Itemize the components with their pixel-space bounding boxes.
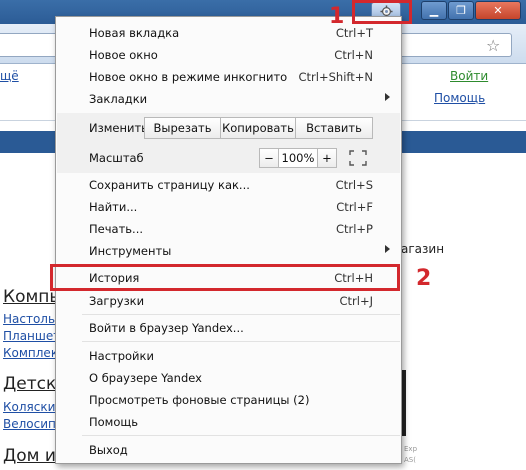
- menu-item-label: О браузере Yandex: [89, 371, 202, 385]
- footer-fragment: AS(: [404, 456, 416, 464]
- menu-item-exit[interactable]: Выход: [57, 439, 400, 461]
- fullscreen-button[interactable]: [345, 148, 371, 168]
- menu-item-background-pages[interactable]: Просмотреть фоновые страницы (2): [57, 389, 400, 411]
- menu-item-new-tab[interactable]: Новая вкладка Ctrl+T: [57, 22, 400, 44]
- callout-number: 1: [329, 4, 345, 29]
- menu-item-label: Помощь: [89, 415, 139, 429]
- menu-item-incognito[interactable]: Новое окно в режиме инкогнито Ctrl+Shift…: [57, 66, 400, 88]
- category-link[interactable]: Планшет: [3, 329, 60, 343]
- menu-item-label: Инструменты: [89, 244, 172, 258]
- star-icon[interactable]: ☆: [486, 36, 500, 55]
- menu-item-label: Войти в браузер Yandex...: [89, 321, 244, 335]
- menu-item-tools[interactable]: Инструменты: [57, 240, 400, 262]
- menu-item-bookmarks[interactable]: Закладки: [57, 88, 400, 110]
- menu-item-help[interactable]: Помощь: [57, 411, 400, 433]
- menu-item-about[interactable]: О браузере Yandex: [57, 367, 400, 389]
- footer-fragment: Exp: [404, 445, 418, 453]
- menu-item-label: Новое окно: [89, 48, 158, 62]
- callout-box-menu-button: [352, 0, 412, 24]
- cut-button[interactable]: Вырезать: [144, 117, 221, 139]
- menu-item-label: Новая вкладка: [89, 26, 180, 40]
- maximize-button[interactable]: ❐: [448, 1, 474, 20]
- menu-item-shortcut: Ctrl+J: [339, 294, 374, 308]
- menu-item-shortcut: Ctrl+P: [335, 222, 373, 236]
- zoom-out-button[interactable]: −: [259, 148, 279, 168]
- zoom-level: 100%: [278, 148, 318, 168]
- menu-item-downloads[interactable]: Загрузки Ctrl+J: [57, 290, 400, 312]
- edit-label: Изменить: [89, 121, 148, 135]
- menu-item-label: Найти...: [89, 200, 138, 214]
- browser-main-menu: Новая вкладка Ctrl+T Новое окно Ctrl+N Н…: [55, 16, 402, 464]
- shop-text-fragment: агазин: [401, 242, 445, 256]
- menu-item-label: Сохранить страницу как...: [89, 178, 250, 192]
- menu-divider: [82, 435, 400, 436]
- zoom-label: Масштаб: [89, 151, 144, 165]
- menu-item-signin[interactable]: Войти в браузер Yandex...: [57, 317, 400, 339]
- menu-item-new-window[interactable]: Новое окно Ctrl+N: [57, 44, 400, 66]
- login-link[interactable]: Войти: [450, 69, 488, 83]
- minimize-button[interactable]: ▁: [421, 1, 447, 20]
- category-link[interactable]: Комплек: [3, 346, 58, 360]
- category-heading[interactable]: Дом и: [3, 446, 56, 466]
- menu-item-shortcut: Ctrl+Shift+N: [298, 70, 373, 84]
- help-link[interactable]: Помощь: [434, 91, 485, 105]
- callout-number: 2: [416, 266, 432, 291]
- submenu-arrow-icon: [385, 245, 390, 253]
- menu-item-shortcut: Ctrl+F: [336, 200, 373, 214]
- menu-item-label: Загрузки: [89, 294, 145, 308]
- menu-item-label: Настройки: [89, 349, 154, 363]
- menu-item-print[interactable]: Печать... Ctrl+P: [57, 218, 400, 240]
- zoom-row: Масштаб − 100% +: [57, 143, 400, 173]
- menu-item-shortcut: Ctrl+S: [335, 178, 373, 192]
- zoom-in-button[interactable]: +: [317, 148, 337, 168]
- category-link[interactable]: Коляски: [3, 400, 55, 414]
- category-link[interactable]: Велосип: [3, 417, 56, 431]
- menu-item-label: Просмотреть фоновые страницы (2): [89, 393, 310, 407]
- fullscreen-icon: [349, 150, 367, 166]
- menu-item-settings[interactable]: Настройки: [57, 345, 400, 367]
- category-link[interactable]: Настоль: [3, 312, 55, 326]
- menu-divider: [82, 314, 400, 315]
- edit-row: Изменить Вырезать Копировать Вставить: [57, 113, 400, 143]
- submenu-arrow-icon: [385, 93, 390, 101]
- menu-item-label: Печать...: [89, 222, 144, 236]
- menu-item-find[interactable]: Найти... Ctrl+F: [57, 196, 400, 218]
- category-heading[interactable]: Детск: [3, 374, 56, 394]
- close-window-button[interactable]: ✕: [475, 1, 521, 20]
- menu-item-shortcut: Ctrl+N: [334, 48, 373, 62]
- menu-item-label: Выход: [89, 443, 128, 457]
- copy-button[interactable]: Копировать: [220, 117, 296, 139]
- menu-item-label: Закладки: [89, 92, 148, 106]
- menu-divider: [82, 341, 400, 342]
- menu-item-save-page[interactable]: Сохранить страницу как... Ctrl+S: [57, 174, 400, 196]
- paste-button[interactable]: Вставить: [295, 117, 373, 139]
- callout-box-history: [50, 264, 400, 291]
- top-link-fragment[interactable]: щё: [0, 69, 19, 83]
- menu-item-label: Новое окно в режиме инкогнито: [89, 70, 288, 84]
